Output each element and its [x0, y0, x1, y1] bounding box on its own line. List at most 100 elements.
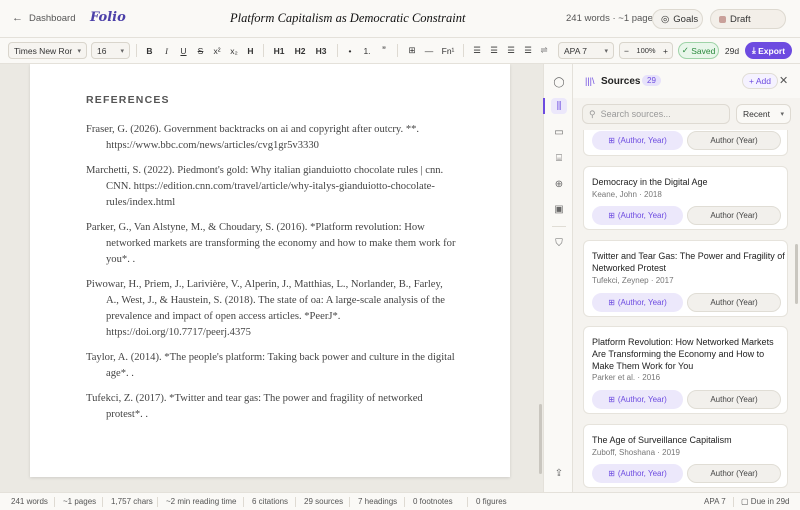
book-open-icon: ⌸: [556, 152, 562, 164]
status-sources: 29 sources: [304, 497, 344, 506]
horizontal-rule-button[interactable]: —: [422, 42, 436, 59]
close-icon[interactable]: ✕: [779, 74, 788, 87]
insert-parenthetical-citation-button[interactable]: ⊞ (Author, Year): [592, 293, 683, 312]
reference-entry[interactable]: Tufekci, Z. (2017). *Twitter and tear ga…: [86, 391, 456, 423]
source-card[interactable]: Democracy in the Digital Age Keane, John…: [583, 166, 788, 230]
status-due: ▢ Due in 29d: [741, 497, 790, 506]
share-button[interactable]: ⇪: [551, 465, 567, 481]
zoom-out-button[interactable]: −: [624, 46, 629, 56]
font-family-select[interactable]: Times New Ror ▾: [8, 42, 87, 59]
insert-narrative-citation-button[interactable]: Author (Year): [687, 206, 781, 225]
table-icon: ⊞: [408, 45, 416, 55]
source-card[interactable]: Platform Revolution: How Networked Marke…: [583, 326, 788, 414]
table-button[interactable]: ⊞: [405, 42, 419, 59]
status-reading-time: ~2 min reading time: [166, 497, 237, 506]
draft-status-button[interactable]: Draft: [710, 9, 786, 29]
export-button[interactable]: ⤓ Export: [745, 42, 792, 59]
images-button[interactable]: ▣: [551, 201, 567, 217]
comment-bubble-icon: ◯: [553, 76, 565, 88]
numbered-list-button[interactable]: 1.: [361, 42, 373, 59]
quote-icon: ⊞: [608, 469, 615, 478]
target-icon: ◎: [661, 13, 670, 25]
insert-narrative-citation-button[interactable]: Author (Year): [687, 464, 781, 483]
heading-button[interactable]: H: [244, 42, 257, 59]
superscript-button[interactable]: x²: [210, 42, 224, 59]
document-page[interactable]: REFERENCES Fraser, G. (2026). Government…: [30, 64, 510, 477]
source-card[interactable]: Twitter and Tear Gas: The Power and Frag…: [583, 240, 788, 317]
divider: [54, 497, 55, 507]
line-spacing-icon: ⇌: [540, 45, 548, 55]
divider: [397, 44, 398, 57]
reference-entry[interactable]: Parker, G., Van Alstyne, M., & Choudary,…: [86, 220, 456, 268]
quote-icon: ⊞: [608, 211, 615, 220]
search-sources-input[interactable]: ⚲ Search sources...: [582, 104, 730, 124]
quote-icon: ⊞: [608, 136, 615, 145]
align-justify-button[interactable]: ☰: [521, 42, 535, 59]
sources-button[interactable]: ⫼: [551, 98, 567, 114]
divider: [467, 497, 468, 507]
reference-entry[interactable]: Taylor, A. (2014). *The people's platfor…: [86, 350, 456, 382]
bold-button[interactable]: B: [143, 42, 156, 59]
insert-parenthetical-citation-button[interactable]: ⊞ (Author, Year): [592, 390, 683, 409]
reference-entry[interactable]: Fraser, G. (2026). Government backtracks…: [86, 122, 456, 154]
word-count: 241 words · ~1 page: [566, 13, 653, 24]
share-icon: ⇪: [554, 467, 564, 479]
insert-parenthetical-citation-button[interactable]: ⊞ (Author, Year): [592, 206, 683, 225]
status-footnotes: 0 footnotes: [413, 497, 453, 506]
panel-scrollbar[interactable]: [795, 244, 798, 304]
insert-parenthetical-citation-button[interactable]: ⊞ (Author, Year): [592, 131, 683, 150]
document-title[interactable]: Platform Capitalism as Democratic Constr…: [230, 11, 465, 26]
outline-button[interactable]: ⌸: [551, 150, 567, 166]
integrity-check-button[interactable]: ⛉: [551, 235, 567, 251]
download-icon: ⤓: [751, 45, 756, 55]
shield-check-icon: ⛉: [555, 237, 563, 249]
insert-narrative-citation-button[interactable]: Author (Year): [687, 293, 781, 312]
strikethrough-button[interactable]: S: [194, 42, 207, 59]
align-center-button[interactable]: ☰: [487, 42, 501, 59]
add-source-button[interactable]: + Add: [742, 73, 778, 89]
h2-button[interactable]: H2: [291, 42, 309, 59]
status-chars: 1,757 chars: [111, 497, 153, 506]
bullet-list-button[interactable]: •: [344, 42, 356, 59]
check-icon: ✓: [681, 45, 689, 55]
h3-button[interactable]: H3: [312, 42, 330, 59]
source-card[interactable]: ⊞ (Author, Year) Author (Year): [583, 130, 788, 156]
insert-parenthetical-citation-button[interactable]: ⊞ (Author, Year): [592, 464, 683, 483]
reference-entry[interactable]: Marchetti, S. (2022). Piedmont's gold: W…: [86, 163, 456, 211]
due-indicator: 29d: [724, 45, 740, 56]
library-icon: |||\: [585, 76, 595, 86]
zoom-in-button[interactable]: +: [663, 46, 668, 56]
line-spacing-button[interactable]: ⇌: [538, 42, 550, 59]
underline-button[interactable]: U: [177, 42, 190, 59]
divider: [404, 497, 405, 507]
source-title: The Age of Surveillance Capitalism: [592, 435, 732, 445]
research-button[interactable]: ⊕: [551, 176, 567, 192]
sort-select[interactable]: Recent ▾: [736, 104, 791, 124]
insert-narrative-citation-button[interactable]: Author (Year): [687, 131, 781, 150]
subscript-button[interactable]: x₂: [227, 42, 241, 59]
references-list: Fraser, G. (2026). Government backtracks…: [86, 122, 456, 432]
align-right-button[interactable]: ☰: [504, 42, 518, 59]
chevron-down-icon: ▾: [780, 111, 784, 118]
formatting-toolbar: Times New Ror ▾ 16 ▾ B I U S x² x₂ H H1 …: [0, 38, 800, 64]
status-headings: 7 headings: [358, 497, 398, 506]
blockquote-button[interactable]: ”: [378, 42, 390, 59]
editor-scrollbar[interactable]: [539, 404, 542, 474]
italic-button[interactable]: I: [160, 42, 173, 59]
align-justify-icon: ☰: [524, 45, 532, 55]
reference-entry[interactable]: Piwowar, H., Priem, J., Larivière, V., A…: [86, 277, 456, 341]
image-icon: ▣: [554, 203, 564, 215]
h1-button[interactable]: H1: [270, 42, 288, 59]
comments-button[interactable]: ◯: [551, 74, 567, 90]
quote-icon: ⊞: [608, 298, 615, 307]
footnote-button[interactable]: Fn¹: [440, 42, 456, 59]
citation-style-select[interactable]: APA 7 ▾: [558, 42, 614, 59]
back-to-dashboard-link[interactable]: ← Dashboard: [12, 12, 75, 24]
source-card[interactable]: The Age of Surveillance Capitalism Zubof…: [583, 424, 788, 488]
align-left-button[interactable]: ☰: [470, 42, 484, 59]
calendar-icon: ▢: [741, 497, 749, 506]
goals-button[interactable]: ◎ Goals: [652, 9, 703, 29]
font-size-select[interactable]: 16 ▾: [91, 42, 130, 59]
insert-narrative-citation-button[interactable]: Author (Year): [687, 390, 781, 409]
chat-button[interactable]: ▭: [551, 124, 567, 140]
